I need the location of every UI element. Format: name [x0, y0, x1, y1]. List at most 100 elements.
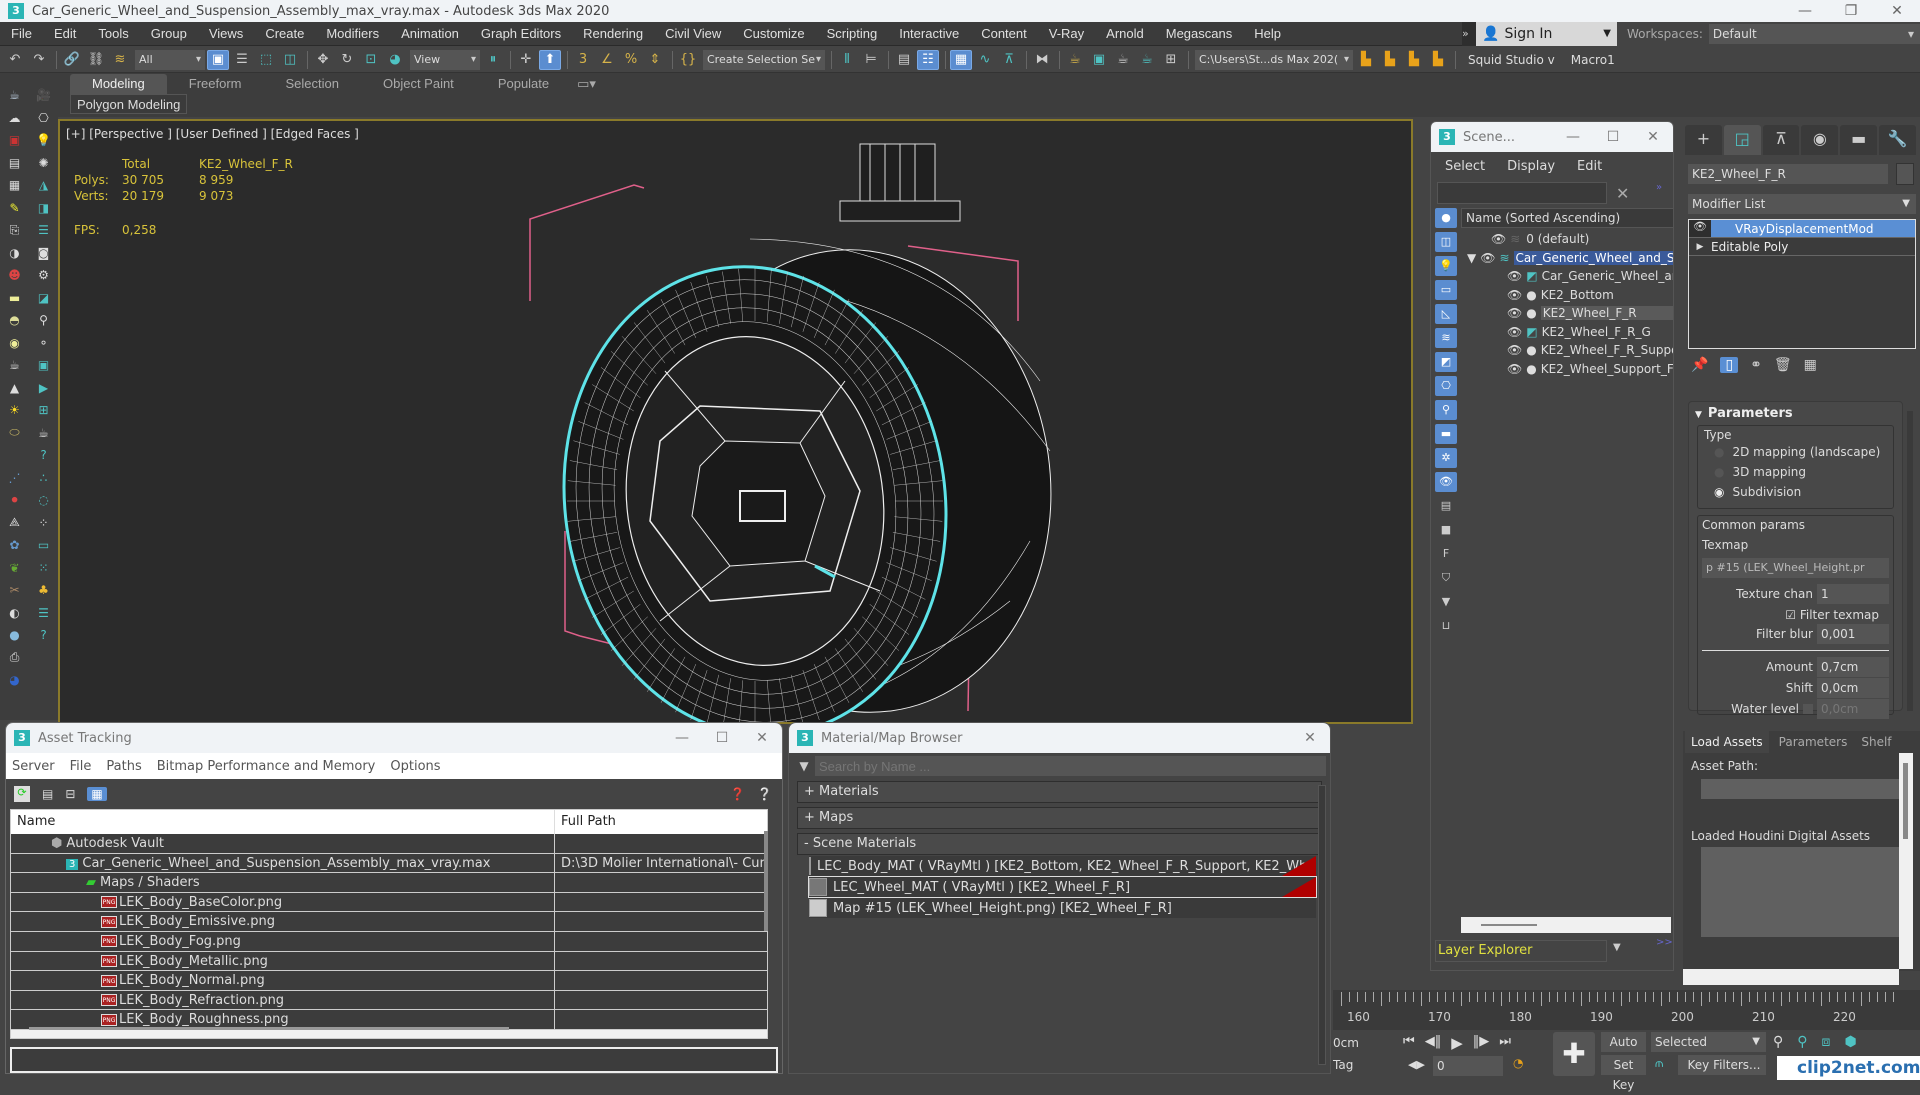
visibility-eye-icon[interactable]: 👁 — [1507, 306, 1522, 320]
wheel-model-wireframe[interactable] — [60, 121, 1411, 722]
default-tangents-icon[interactable]: ⫙ — [1655, 1056, 1663, 1071]
ambient-light-icon[interactable]: ⬭ — [0, 422, 29, 445]
project-folder-icon[interactable]: ▙ — [1355, 50, 1377, 70]
modifier-stack-item[interactable]: ▶ Editable Poly — [1689, 238, 1915, 256]
zoom-extents-icon[interactable]: ⧈ — [1822, 1034, 1831, 1050]
menu-options[interactable]: Options — [390, 759, 440, 774]
angle-snap-icon[interactable]: ∠ — [596, 50, 618, 70]
material-item[interactable]: LEC_Body_MAT ( VRayMtl ) [KE2_Bottom, KE… — [809, 856, 1316, 876]
ribbon-options-icon[interactable]: ▭▾ — [571, 74, 602, 94]
dome-icon[interactable]: ◪ — [29, 287, 58, 310]
make-unique-icon[interactable]: ⚭ — [1750, 357, 1762, 373]
tree-row-group[interactable]: 👁 ◩ Car_Generic_Wheel_an — [1461, 267, 1673, 286]
maximize-button[interactable]: ☐ — [702, 730, 742, 746]
tab-selection[interactable]: Selection — [264, 74, 361, 94]
set-key-button[interactable]: Set Key — [1601, 1055, 1646, 1092]
help-icon[interactable]: ❔ — [757, 787, 772, 801]
render-icon[interactable]: ▶ — [29, 377, 58, 400]
close-button[interactable]: ✕ — [1874, 0, 1920, 22]
curve-editor-icon[interactable]: ∿ — [974, 50, 996, 70]
tree-row-object[interactable]: 👁 ● KE2_Wheel_Support_F_ — [1461, 360, 1673, 379]
grid-dots-icon[interactable]: ⁙ — [29, 557, 58, 580]
mirror-icon[interactable]: ⫴ — [836, 50, 858, 70]
move-icon[interactable]: ✥ — [312, 50, 334, 70]
sun-icon[interactable]: ✺ — [29, 152, 58, 175]
eye-icon[interactable]: ◑ — [0, 242, 29, 265]
link-icon[interactable]: 🔗 — [61, 50, 83, 70]
menu-content[interactable]: Content — [970, 22, 1038, 46]
expand-arrow-icon[interactable]: ▶ — [1689, 238, 1711, 255]
hierarchy-tab-icon[interactable]: ⊼ — [1762, 125, 1800, 155]
display-geometry-icon[interactable]: ● — [1435, 208, 1457, 228]
expand-icon[interactable]: >> — [1656, 937, 1673, 948]
render-grid-icon[interactable]: ⊞ — [1160, 50, 1182, 70]
horizontal-scrollbar-thumb[interactable] — [29, 1027, 509, 1030]
asset-row[interactable]: PNG LEK_Body_Emissive.png — [11, 912, 767, 932]
configure-sets-icon[interactable]: ▦ — [1804, 357, 1817, 373]
camera-rig-icon[interactable]: ⎔ — [29, 107, 58, 130]
zoom-all-icon[interactable]: ⚲ — [1797, 1034, 1807, 1050]
column-name[interactable]: Name — [11, 810, 555, 834]
asset-row[interactable]: PNG LEK_Body_Fog.png — [11, 931, 767, 952]
brain-icon[interactable]: ✿ — [0, 534, 29, 557]
rotate-icon[interactable]: ↻ — [336, 50, 358, 70]
display-all-icon[interactable]: ▤ — [1435, 496, 1457, 516]
edit-named-selection-icon[interactable]: {} — [677, 50, 699, 70]
scatter-icon[interactable]: ⁘ — [29, 512, 58, 535]
menu-rendering[interactable]: Rendering — [572, 22, 654, 46]
options-menu-icon[interactable]: ▼ — [793, 759, 815, 773]
menu-file[interactable]: File — [70, 759, 92, 774]
forest-icon[interactable]: ♣ — [29, 579, 58, 602]
render-setup-icon[interactable]: ☕ — [1064, 50, 1086, 70]
teapot-icon[interactable]: ☕ — [0, 84, 29, 107]
tree-row-object[interactable]: 👁 ● KE2_Wheel_F_R_Suppo — [1461, 341, 1673, 360]
eye-icon[interactable]: 👁 — [1689, 220, 1711, 237]
tab-shelf[interactable]: Shelf — [1857, 731, 1895, 753]
section-maps[interactable]: + Maps — [797, 807, 1322, 829]
scene-explorer-icon[interactable]: ▤ — [893, 50, 915, 70]
visibility-eye-icon[interactable]: 👁 — [1507, 362, 1522, 376]
radio-subdivision[interactable]: ◉ Subdivision — [1704, 482, 1887, 502]
tab-parameters[interactable]: Parameters — [1769, 731, 1858, 753]
water-level-checkbox[interactable] — [1803, 704, 1813, 714]
bind-space-warp-icon[interactable]: ≋ — [109, 50, 131, 70]
named-selection-dropdown[interactable]: Create Selection Se — [703, 49, 825, 70]
menu-civil-view[interactable]: Civil View — [654, 22, 732, 46]
window-crossing-icon[interactable]: ◫ — [279, 50, 301, 70]
display-helpers-icon[interactable]: ◺ — [1435, 304, 1457, 324]
loaded-assets-list[interactable] — [1701, 847, 1901, 937]
tab-populate[interactable]: Populate — [476, 74, 571, 94]
cloud-icon[interactable]: ☁ — [0, 107, 29, 130]
visibility-eye-icon[interactable]: 👁 — [1507, 288, 1522, 302]
render-production-icon[interactable]: ☕ — [1112, 50, 1134, 70]
close-button[interactable]: ✕ — [1633, 129, 1673, 145]
dome-light-icon[interactable]: ◓ — [0, 309, 29, 332]
vertical-scrollbar[interactable] — [1899, 753, 1913, 969]
minimize-button[interactable]: — — [1553, 129, 1593, 145]
help2-icon[interactable]: ? — [29, 624, 58, 647]
tab-freeform[interactable]: Freeform — [167, 74, 264, 94]
dots-icon[interactable]: ∴ — [29, 467, 58, 490]
light-lister-icon[interactable]: ✎ — [0, 197, 29, 220]
select-manipulate-icon[interactable]: ✛ — [515, 50, 537, 70]
visibility-eye-icon[interactable]: 👁 — [1507, 325, 1522, 339]
menu-help[interactable]: Help — [1243, 22, 1292, 46]
asset-row[interactable]: ⬢ Autodesk Vault — [11, 834, 767, 854]
display-spacewarps-icon[interactable]: ≋ — [1435, 328, 1457, 348]
containers-icon[interactable]: ⊔ — [1435, 616, 1457, 636]
menu-interactive[interactable]: Interactive — [888, 22, 970, 46]
layer-panel-icon[interactable]: ☰ — [29, 219, 58, 242]
rectangular-selection-icon[interactable]: ⬚ — [255, 50, 277, 70]
next-frame-icon[interactable]: ‖▶ — [1473, 1034, 1490, 1052]
grid-icon[interactable]: ⋰ — [0, 467, 29, 490]
minimize-button[interactable]: — — [662, 730, 702, 746]
key-selection-dropdown[interactable]: Selected ▼ — [1651, 1032, 1766, 1052]
asset-row[interactable]: PNG LEK_Body_Normal.png — [11, 971, 767, 991]
asset-path-input[interactable] — [1701, 779, 1901, 799]
material-browser-titlebar[interactable]: 3 Material/Map Browser ✕ — [789, 723, 1330, 753]
water-level-spinner[interactable]: 0,0cm — [1817, 699, 1889, 719]
scrollbar-thumb[interactable] — [1481, 924, 1537, 926]
open-project-icon[interactable]: ▙ — [1379, 50, 1401, 70]
minimize-button[interactable]: — — [1782, 0, 1828, 22]
select-object-icon[interactable]: ▣ — [207, 49, 229, 70]
